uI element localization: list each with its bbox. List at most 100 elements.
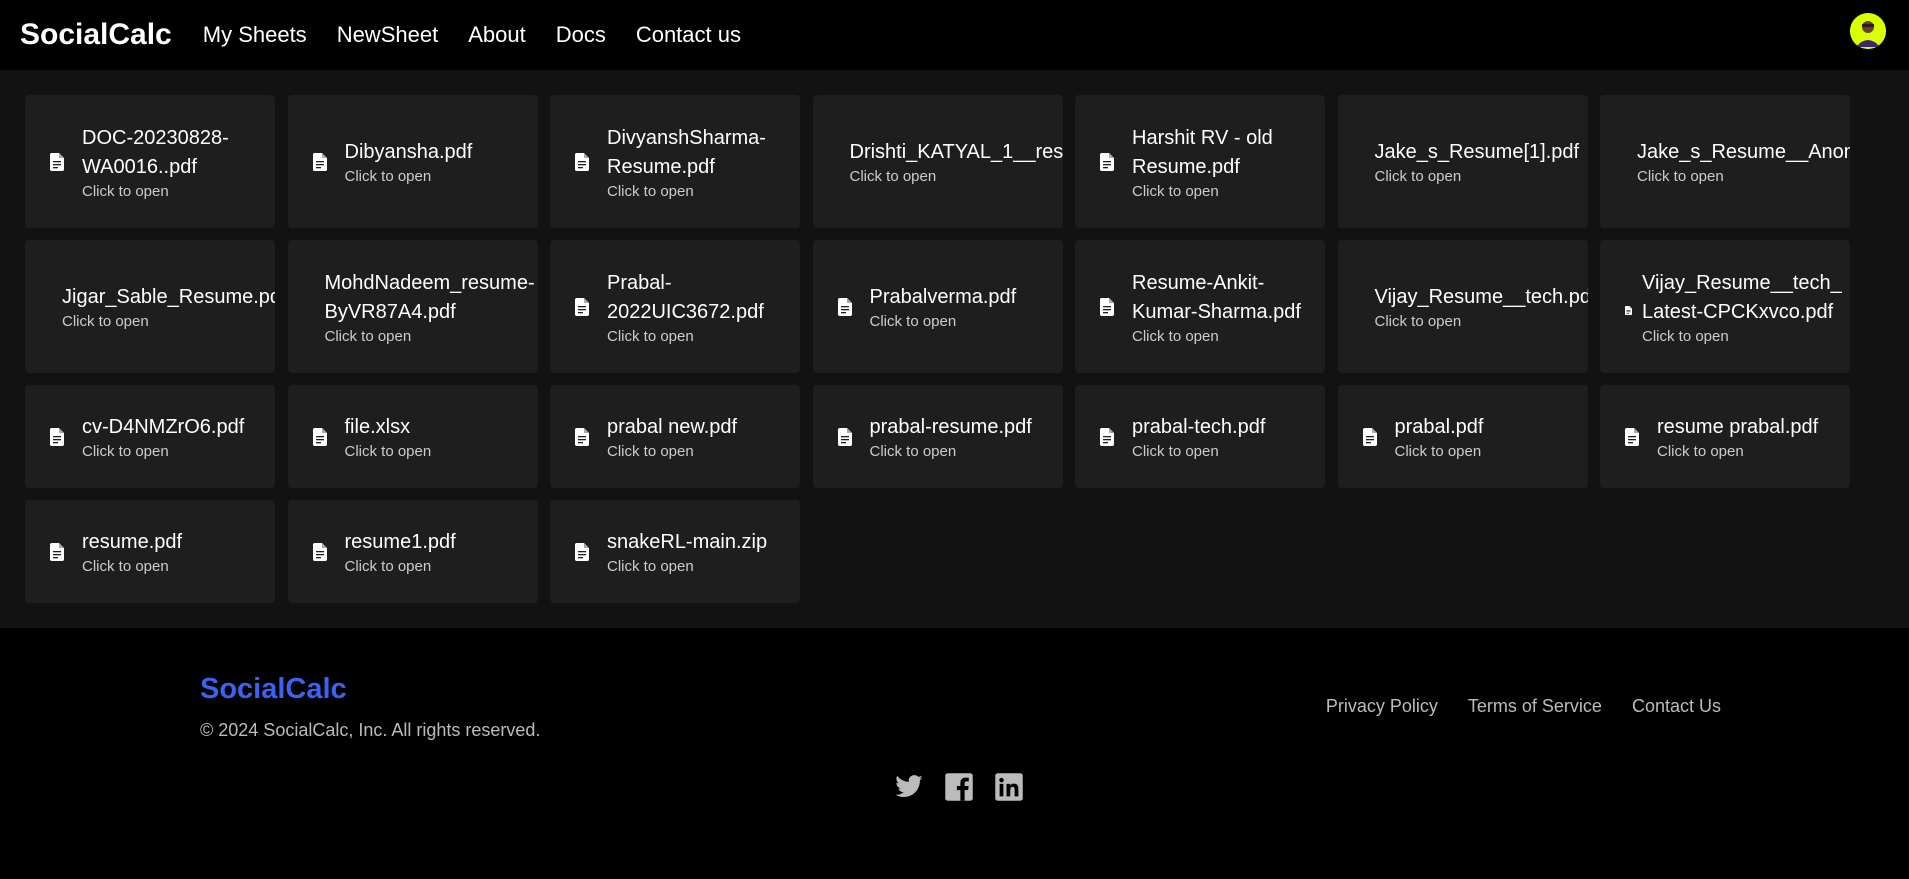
file-text: resume1.pdf Click to open	[345, 528, 456, 575]
file-name: file.xlsx	[344, 416, 411, 438]
file-card[interactable]: prabal-tech.pdf Click to open	[1075, 385, 1325, 488]
file-grid-row: cv-D4NMZrO6.pdf Click to open file.xlsx Cli…	[25, 385, 1909, 488]
file-text: resume.pdf Click to open	[82, 528, 182, 575]
file-card[interactable]: Harshit RV - old Resume.pdf Click to open	[1075, 95, 1325, 228]
file-card[interactable]: Drishti_KATYAL_1__resume Click to open	[812, 95, 1063, 228]
file-icon	[575, 427, 589, 446]
open-hint: Click to open	[1637, 168, 1724, 185]
file-card[interactable]: resume1.pdf Click to open	[287, 500, 538, 603]
copyright-text: © 2024 SocialCalc, Inc. All rights reser…	[200, 720, 541, 740]
nav-contact-us[interactable]: Contact us	[636, 22, 741, 48]
file-card[interactable]: resume prabal.pdf Click to open	[1600, 385, 1850, 488]
file-card[interactable]: Prabal- 2022UIC3672.pdf Click to open	[550, 240, 800, 373]
file-name: resume.pdf	[82, 531, 183, 553]
file-text: resume prabal.pdf Click to open	[1657, 413, 1818, 460]
open-hint: Click to open	[344, 168, 432, 185]
file-icon	[1625, 427, 1639, 446]
file-text: DOC-20230828- WA0016..pdf Click to open	[82, 124, 229, 200]
file-card[interactable]: prabal.pdf Click to open	[1337, 385, 1588, 488]
file-card[interactable]: prabal new.pdf Click to open	[550, 385, 800, 488]
file-name: snakeRL-main.zip	[607, 531, 768, 553]
file-card[interactable]: Jake_s_Resume[1].pdf Click to open	[1337, 95, 1588, 228]
file-text: Prabal- 2022UIC3672.pdf Click to open	[607, 269, 764, 345]
user-avatar-icon	[1850, 13, 1886, 49]
file-card[interactable]: DOC-20230828- WA0016..pdf Click to open	[25, 95, 275, 228]
footer: SocialCalc © 2024 SocialCalc, Inc. All r…	[0, 628, 1909, 879]
open-hint: Click to open	[1394, 443, 1482, 460]
file-icon	[575, 152, 589, 171]
file-card[interactable]: Resume-Ankit- Kumar-Sharma.pdf Click to o…	[1075, 240, 1325, 373]
open-hint: Click to open	[607, 182, 694, 200]
file-card[interactable]: Prabalverma.pdf Click to open	[812, 240, 1063, 373]
open-hint: Click to open	[82, 558, 169, 575]
file-text: Vijay_Resume__tech_ Latest-CPCKxvco.pdf C…	[1642, 269, 1842, 345]
file-card[interactable]: cv-D4NMZrO6.pdf Click to open	[25, 385, 275, 488]
social-links	[894, 772, 1024, 802]
facebook-icon[interactable]	[944, 772, 974, 802]
file-card[interactable]: Dibyansha.pdf Click to open	[287, 95, 538, 228]
file-name: DOC-20230828- WA0016..pdf	[82, 126, 229, 178]
file-grid: DOC-20230828- WA0016..pdf Click to open Di…	[25, 95, 1909, 603]
file-name: Prabal- 2022UIC3672.pdf	[607, 271, 764, 323]
file-icon	[312, 427, 327, 446]
file-text: Resume-Ankit- Kumar-Sharma.pdf Click to o…	[1132, 269, 1301, 345]
file-name: Vijay_Resume__tech.pdf	[1374, 286, 1588, 308]
file-icon	[575, 297, 589, 316]
nav-about[interactable]: About	[468, 22, 526, 48]
open-hint: Click to open	[1374, 313, 1462, 330]
nav-docs[interactable]: Docs	[556, 22, 606, 48]
open-hint: Click to open	[1132, 443, 1219, 460]
file-card[interactable]: Jake_s_Resume__Anonymous__ Click to open	[1600, 95, 1850, 228]
file-icon	[312, 542, 327, 561]
file-card[interactable]: prabal-resume.pdf Click to open	[812, 385, 1063, 488]
file-browser: DOC-20230828- WA0016..pdf Click to open Di…	[0, 70, 1909, 628]
file-text: DivyanshSharma- Resume.pdf Click to open	[607, 124, 766, 200]
nav-new-sheet[interactable]: NewSheet	[337, 22, 439, 48]
file-text: Vijay_Resume__tech.pdf Click to open	[1375, 283, 1588, 330]
twitter-icon[interactable]	[894, 772, 924, 802]
file-card[interactable]: MohdNadeem_resume- ByVR87A4.pdf Click to …	[287, 240, 538, 373]
open-hint: Click to open	[607, 558, 694, 575]
file-text: prabal-resume.pdf Click to open	[870, 413, 1032, 460]
file-name: Jake_s_Resume__Anonymous__	[1637, 141, 1850, 163]
file-icon	[1362, 427, 1377, 446]
privacy-policy-link[interactable]: Privacy Policy	[1326, 696, 1438, 717]
open-hint: Click to open	[869, 313, 957, 330]
file-name: Drishti_KATYAL_1__resume	[849, 141, 1063, 163]
file-icon	[1625, 302, 1632, 315]
open-hint: Click to open	[1132, 327, 1219, 345]
file-text: Jake_s_Resume__Anonymous__ Click to open	[1637, 138, 1850, 185]
file-text: Drishti_KATYAL_1__resume Click to open	[850, 138, 1063, 185]
file-card[interactable]: Jigar_Sable_Resume.pdf Click to open	[25, 240, 275, 373]
open-hint: Click to open	[82, 443, 169, 460]
open-hint: Click to open	[1132, 182, 1219, 200]
file-name: resume1.pdf	[344, 531, 456, 553]
footer-brand[interactable]: SocialCalc	[200, 673, 347, 706]
file-icon	[837, 297, 852, 316]
file-name: Vijay_Resume__tech_ Latest-CPCKxvco.pdf	[1642, 271, 1842, 323]
file-text: Jigar_Sable_Resume.pdf Click to open	[62, 283, 275, 330]
file-name: Prabalverma.pdf	[869, 286, 1017, 308]
file-name: Jigar_Sable_Resume.pdf	[62, 286, 275, 308]
file-card[interactable]: resume.pdf Click to open	[25, 500, 275, 603]
file-card[interactable]: Vijay_Resume__tech_ Latest-CPCKxvco.pdf C…	[1600, 240, 1850, 373]
file-card[interactable]: snakeRL-main.zip Click to open	[550, 500, 800, 603]
contact-us-link[interactable]: Contact Us	[1632, 696, 1721, 717]
nav-my-sheets[interactable]: My Sheets	[203, 22, 307, 48]
linkedin-icon[interactable]	[994, 772, 1024, 802]
file-icon	[50, 152, 64, 171]
file-card[interactable]: Vijay_Resume__tech.pdf Click to open	[1337, 240, 1588, 373]
file-icon	[837, 427, 852, 446]
file-text: prabal.pdf Click to open	[1395, 413, 1484, 460]
file-card[interactable]: file.xlsx Click to open	[287, 385, 538, 488]
file-text: Harshit RV - old Resume.pdf Click to open	[1132, 124, 1273, 200]
file-name: cv-D4NMZrO6.pdf	[82, 416, 245, 438]
file-name: Dibyansha.pdf	[344, 141, 473, 163]
file-icon	[1100, 427, 1114, 446]
file-card[interactable]: DivyanshSharma- Resume.pdf Click to open	[550, 95, 800, 228]
brand-logo[interactable]: SocialCalc	[20, 18, 172, 52]
terms-of-service-link[interactable]: Terms of Service	[1468, 696, 1602, 717]
file-icon	[1100, 297, 1114, 316]
avatar[interactable]	[1850, 13, 1886, 49]
file-text: MohdNadeem_resume- ByVR87A4.pdf Click to …	[325, 269, 535, 345]
